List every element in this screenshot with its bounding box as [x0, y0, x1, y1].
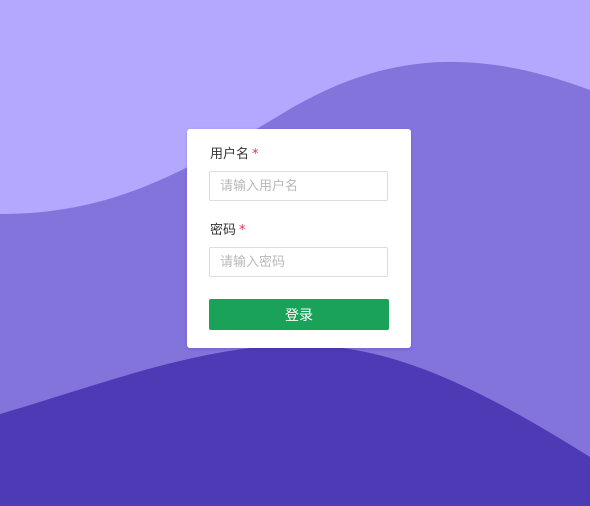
login-page: 用户名* 密码* 登录 — [0, 0, 590, 506]
username-label: 用户名 * — [210, 147, 259, 163]
password-label: 密码 * — [210, 223, 246, 239]
password-input[interactable] — [209, 247, 388, 277]
password-required-marker: * — [239, 223, 246, 238]
username-required-marker: * — [252, 147, 259, 162]
username-input[interactable] — [209, 171, 388, 201]
username-label-text: 用户名 — [210, 147, 250, 162]
password-label-text: 密码 — [210, 223, 237, 238]
login-card: 用户名* 密码* 登录 — [187, 129, 411, 348]
login-button[interactable]: 登录 — [209, 299, 389, 330]
